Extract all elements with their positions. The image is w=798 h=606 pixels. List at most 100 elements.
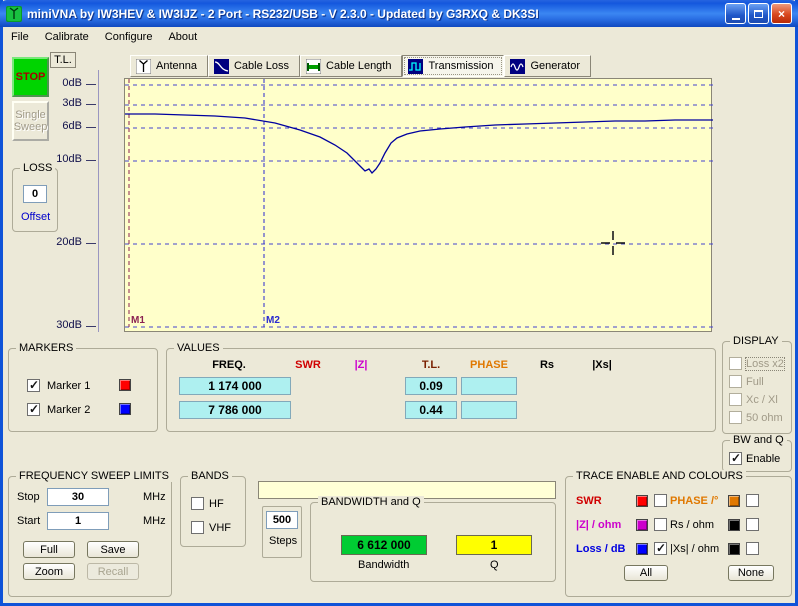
markers-group: MARKERS Marker 1 Marker 2 (8, 348, 158, 432)
z-trace-checkbox[interactable] (654, 518, 667, 531)
markers-group-title: MARKERS (16, 342, 76, 354)
chart-canvas (125, 79, 713, 333)
cable-loss-icon (214, 59, 229, 74)
z-colour-swatch[interactable] (636, 519, 648, 531)
marker2-color-swatch[interactable] (119, 403, 131, 415)
maximize-button[interactable] (748, 3, 769, 24)
marker1-freq-value: 1 174 000 (179, 377, 291, 395)
transmission-button-label: Transmission (428, 60, 493, 72)
xs-trace-checkbox[interactable] (746, 542, 759, 555)
axis-tick (86, 326, 96, 327)
rs-colour-swatch[interactable] (728, 519, 740, 531)
minimize-button[interactable] (725, 3, 746, 24)
maximize-icon (754, 10, 763, 18)
antenna-mode-button[interactable]: Antenna (130, 55, 208, 77)
full-display-checkbox[interactable] (729, 375, 742, 388)
rs-trace-checkbox[interactable] (746, 518, 759, 531)
xc-xl-label: Xc / Xl (746, 394, 778, 406)
trace-colours-group: TRACE ENABLE AND COLOURS SWR PHASE /° |Z… (565, 476, 792, 597)
menu-about[interactable]: About (160, 29, 205, 45)
xs-trace-label: |Xs| / ohm (670, 543, 719, 555)
close-button[interactable]: × (771, 3, 792, 24)
axis-tick (86, 104, 96, 105)
axis-ruler (98, 70, 99, 332)
phase-colour-swatch[interactable] (728, 495, 740, 507)
full-display-label: Full (746, 376, 764, 388)
stop-freq-unit: MHz (143, 491, 166, 503)
stop-freq-input[interactable] (47, 488, 109, 506)
bands-group-title: BANDS (188, 470, 232, 482)
marker2-label: M2 (266, 315, 280, 326)
marker2-label-text: Marker 2 (47, 404, 90, 416)
marker1-color-swatch[interactable] (119, 379, 131, 391)
axis-tick (86, 160, 96, 161)
axis-tick (86, 84, 96, 85)
menu-configure[interactable]: Configure (97, 29, 161, 45)
axis-tick (86, 127, 96, 128)
xs-colour-swatch[interactable] (728, 543, 740, 555)
marker1-label: M1 (131, 315, 145, 326)
crosshair-cursor (601, 231, 625, 255)
marker1-tl-value: 0.09 (405, 377, 457, 395)
start-freq-label: Start (17, 515, 40, 527)
hf-checkbox[interactable] (191, 497, 204, 510)
xc-xl-checkbox[interactable] (729, 393, 742, 406)
header-z: |Z| (355, 359, 368, 371)
marker2-checkbox[interactable] (27, 403, 40, 416)
sweep-chart[interactable]: M1 M2 (124, 78, 712, 332)
header-freq: FREQ. (212, 359, 246, 371)
swr-colour-swatch[interactable] (636, 495, 648, 507)
menu-calibrate[interactable]: Calibrate (37, 29, 97, 45)
start-freq-input[interactable] (47, 512, 109, 530)
bands-group: BANDS HF VHF (180, 476, 246, 547)
phase-trace-checkbox[interactable] (746, 494, 759, 507)
steps-input[interactable] (266, 511, 298, 529)
cable-loss-mode-button[interactable]: Cable Loss (208, 55, 300, 77)
loss-colour-swatch[interactable] (636, 543, 648, 555)
fifty-ohm-checkbox[interactable] (729, 411, 742, 424)
q-label: Q (490, 559, 499, 571)
generator-icon (510, 59, 525, 74)
header-swr: SWR (295, 359, 321, 371)
bwq-enable-checkbox[interactable] (729, 452, 742, 465)
mode-toolbar: Antenna Cable Loss Cable Length Transm (130, 55, 591, 77)
loss-trace-checkbox[interactable] (654, 542, 667, 555)
phase-trace-label: PHASE /° (670, 495, 718, 507)
loss-offset-input[interactable] (23, 185, 47, 203)
generator-button-label: Generator (530, 60, 580, 72)
axis-label-30db: 30dB (40, 319, 82, 331)
cable-length-mode-button[interactable]: Cable Length (300, 55, 402, 77)
loss-x2-checkbox[interactable] (729, 357, 742, 370)
none-traces-button[interactable]: None (728, 565, 774, 581)
steps-box: Steps (262, 506, 302, 558)
close-icon: × (778, 7, 785, 21)
all-traces-button[interactable]: All (624, 565, 668, 581)
window-border-left (0, 0, 3, 606)
marker2-freq-value: 7 786 000 (179, 401, 291, 419)
full-sweep-button[interactable]: Full (23, 541, 75, 558)
display-group-title: DISPLAY (730, 335, 782, 347)
cable-length-icon (306, 59, 321, 74)
axis-title: T.L. (50, 52, 76, 68)
generator-mode-button[interactable]: Generator (504, 55, 591, 77)
trace-group-title: TRACE ENABLE AND COLOURS (573, 470, 746, 482)
transmission-mode-button[interactable]: Transmission (402, 55, 504, 77)
axis-label-20db: 20dB (40, 236, 82, 248)
zoom-button[interactable]: Zoom (23, 563, 75, 580)
vhf-checkbox[interactable] (191, 521, 204, 534)
stop-freq-label: Stop (17, 491, 40, 503)
values-group: VALUES FREQ. SWR |Z| T.L. PHASE Rs |Xs| … (166, 348, 716, 432)
save-button[interactable]: Save (87, 541, 139, 558)
menu-file[interactable]: File (3, 29, 37, 45)
offset-label[interactable]: Offset (21, 211, 50, 223)
title-bar[interactable]: miniVNA by IW3HEV & IW3IJZ - 2 Port - RS… (0, 0, 798, 27)
bw-q-group: BW and Q Enable (722, 440, 792, 472)
marker1-checkbox[interactable] (27, 379, 40, 392)
swr-trace-checkbox[interactable] (654, 494, 667, 507)
loss-x2-label: Loss x2 (746, 358, 784, 370)
recall-button: Recall (87, 563, 139, 580)
frequency-sweep-group: FREQUENCY SWEEP LIMITS Stop MHz Start MH… (8, 476, 172, 597)
app-window: miniVNA by IW3HEV & IW3IJZ - 2 Port - RS… (0, 0, 798, 606)
bandwidth-group-title: BANDWIDTH and Q (318, 496, 424, 508)
transmission-icon (408, 59, 423, 74)
